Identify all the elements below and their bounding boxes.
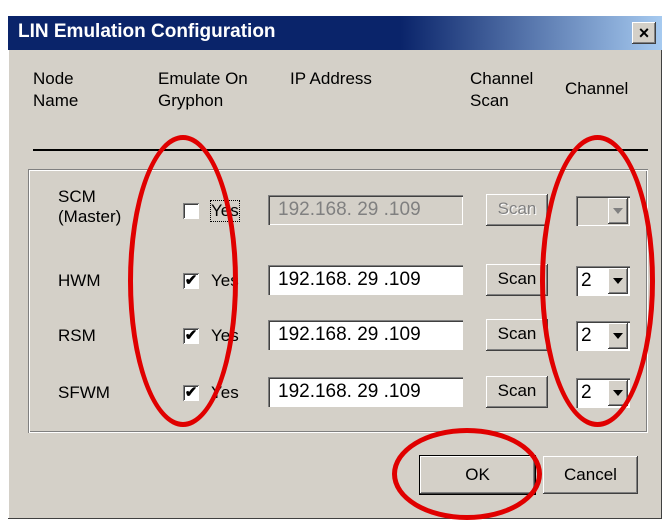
check-icon: ✔ — [184, 327, 198, 344]
node-name-label: HWM — [58, 271, 101, 290]
emulate-checkbox[interactable]: ✔ — [183, 385, 199, 401]
cancel-button[interactable]: Cancel — [543, 456, 638, 494]
channel-value: 2 — [581, 325, 592, 346]
header-divider — [33, 149, 648, 151]
header-ip-address: IP Address — [290, 69, 372, 88]
close-button[interactable]: × — [632, 22, 656, 44]
scan-button[interactable]: Scan — [486, 264, 548, 296]
scan-button[interactable]: Scan — [486, 376, 548, 408]
header-channel: Channel — [565, 79, 629, 98]
emulate-yes-label: Yes — [211, 326, 239, 345]
ip-address-field[interactable]: 192.168. 29 .109 — [268, 195, 463, 225]
header-emulate-on: Emulate On Gryphon — [158, 69, 248, 110]
title-bar[interactable]: LIN Emulation Configuration × — [8, 16, 662, 50]
emulate-yes-label: Yes — [210, 200, 240, 222]
chevron-down-icon[interactable] — [608, 268, 628, 294]
header-node-name: Node Name — [33, 69, 79, 110]
node-name-label: SCM (Master) — [58, 187, 122, 226]
node-name-label: RSM — [58, 326, 96, 345]
channel-value: 2 — [581, 382, 592, 403]
header-channel-scan: Channel Scan — [470, 69, 534, 110]
ip-address-field[interactable]: 192.168. 29 .109 — [268, 377, 463, 407]
ip-address-field[interactable]: 192.168. 29 .109 — [268, 320, 463, 350]
node-name-label: SFWM — [58, 383, 110, 402]
dialog-title: LIN Emulation Configuration — [18, 21, 276, 42]
chevron-down-icon[interactable] — [608, 323, 628, 349]
channel-select[interactable]: 2 — [576, 266, 630, 296]
channel-select[interactable]: 2 — [576, 321, 630, 351]
lin-emulation-dialog: LIN Emulation Configuration × Node Name … — [8, 16, 662, 519]
scan-button[interactable]: Scan — [486, 194, 548, 226]
emulate-yes-label: Yes — [211, 383, 239, 402]
scan-button[interactable]: Scan — [486, 319, 548, 351]
emulate-checkbox[interactable]: ✔ — [183, 328, 199, 344]
chevron-down-icon[interactable] — [608, 380, 628, 406]
channel-value: 2 — [581, 270, 592, 291]
check-icon: ✔ — [184, 272, 198, 289]
ok-button[interactable]: OK — [420, 456, 535, 494]
emulate-yes-label: Yes — [211, 271, 239, 290]
close-icon: × — [638, 23, 650, 43]
ip-address-field[interactable]: 192.168. 29 .109 — [268, 265, 463, 295]
channel-select[interactable]: 2 — [576, 378, 630, 408]
check-icon: ✔ — [184, 384, 198, 401]
chevron-down-icon[interactable] — [608, 198, 628, 224]
channel-select[interactable] — [576, 196, 630, 226]
emulate-checkbox[interactable]: ✔ — [183, 273, 199, 289]
emulate-checkbox[interactable] — [183, 203, 199, 219]
